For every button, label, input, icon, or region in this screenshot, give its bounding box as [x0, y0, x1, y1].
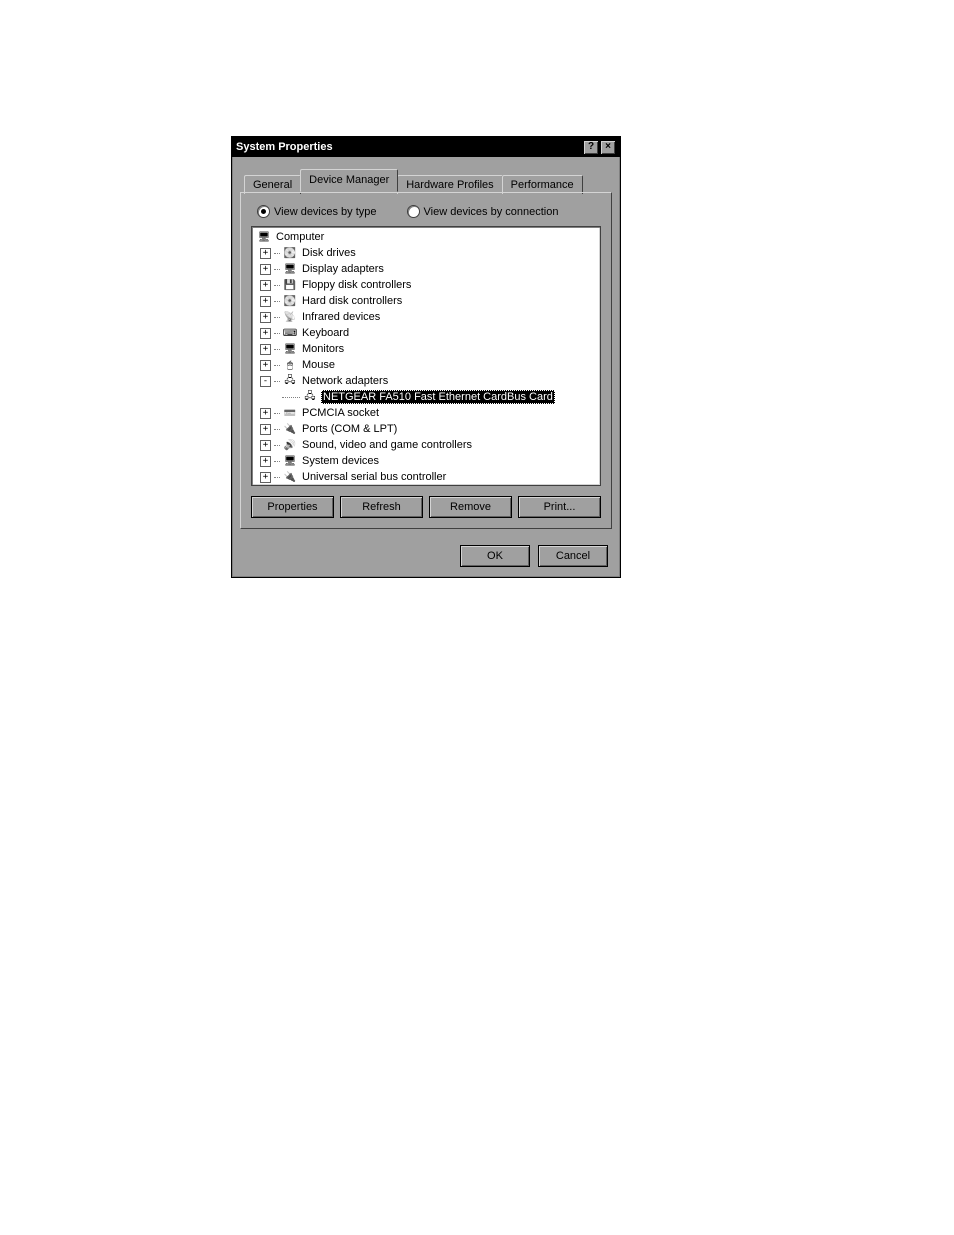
help-button[interactable]: ? — [583, 140, 599, 155]
expand-icon[interactable]: + — [260, 328, 271, 339]
dialog-button-row: OK Cancel — [240, 545, 612, 567]
tree-item-network-adapters[interactable]: - Network adapters — [254, 373, 598, 389]
expand-icon[interactable]: + — [260, 296, 271, 307]
view-mode-group: View devices by type View devices by con… — [257, 205, 595, 218]
tree-item-infrared[interactable]: + Infrared devices — [254, 309, 598, 325]
tree-label: Ports (COM & LPT) — [301, 423, 398, 435]
tree-item-netgear-fa510[interactable]: NETGEAR FA510 Fast Ethernet CardBus Card — [254, 389, 598, 405]
close-button[interactable]: × — [600, 140, 616, 155]
titlebar[interactable]: System Properties ? × — [232, 137, 620, 157]
tree-item-usb[interactable]: + Universal serial bus controller — [254, 469, 598, 485]
sound-icon — [282, 438, 298, 452]
tree-item-monitors[interactable]: + Monitors — [254, 341, 598, 357]
radio-view-by-type[interactable]: View devices by type — [257, 205, 377, 218]
tree-item-display-adapters[interactable]: + Display adapters — [254, 261, 598, 277]
radio-icon — [257, 205, 270, 218]
expand-icon[interactable]: + — [260, 440, 271, 451]
expand-icon[interactable]: + — [260, 456, 271, 467]
button-label: Remove — [450, 501, 491, 513]
expand-icon[interactable]: + — [260, 344, 271, 355]
tree-label: Sound, video and game controllers — [301, 439, 473, 451]
radio-label: View devices by connection — [424, 206, 559, 218]
tree-label: Monitors — [301, 343, 345, 355]
monitor-icon — [282, 342, 298, 356]
tab-strip: General Device Manager Hardware Profiles… — [244, 169, 612, 192]
button-label: Properties — [267, 501, 317, 513]
tree-item-system-devices[interactable]: + System devices — [254, 453, 598, 469]
radio-icon — [407, 205, 420, 218]
tree-item-pcmcia[interactable]: + PCMCIA socket — [254, 405, 598, 421]
expand-icon[interactable]: + — [260, 280, 271, 291]
tree-item-hdd-controllers[interactable]: + Hard disk controllers — [254, 293, 598, 309]
button-label: Cancel — [556, 550, 590, 562]
tree-label: Hard disk controllers — [301, 295, 403, 307]
radio-view-by-connection[interactable]: View devices by connection — [407, 205, 559, 218]
tree-item-floppy-controllers[interactable]: + Floppy disk controllers — [254, 277, 598, 293]
cancel-button[interactable]: Cancel — [538, 545, 608, 567]
tree-item-ports[interactable]: + Ports (COM & LPT) — [254, 421, 598, 437]
expand-icon[interactable]: + — [260, 472, 271, 483]
collapse-icon[interactable]: - — [260, 376, 271, 387]
tree-label: Floppy disk controllers — [301, 279, 412, 291]
device-tree[interactable]: Computer + Disk drives + Display adapter… — [251, 226, 601, 486]
system-properties-dialog: System Properties ? × General Device Man… — [231, 136, 621, 578]
pcmcia-icon — [282, 406, 298, 420]
button-label: OK — [487, 550, 503, 562]
expand-icon[interactable]: + — [260, 248, 271, 259]
button-label: Print... — [544, 501, 576, 513]
tree-label: PCMCIA socket — [301, 407, 380, 419]
tree-label: Universal serial bus controller — [301, 471, 447, 483]
print-button[interactable]: Print... — [518, 496, 601, 518]
hdd-icon — [282, 294, 298, 308]
tree-label-selected: NETGEAR FA510 Fast Ethernet CardBus Card — [321, 390, 555, 404]
remove-button[interactable]: Remove — [429, 496, 512, 518]
window-title: System Properties — [236, 141, 582, 153]
tree-label: Computer — [275, 231, 325, 243]
mouse-icon — [282, 358, 298, 372]
tree-item-keyboard[interactable]: + Keyboard — [254, 325, 598, 341]
expand-icon[interactable]: + — [260, 360, 271, 371]
tab-device-manager[interactable]: Device Manager — [300, 169, 398, 192]
expand-icon[interactable]: + — [260, 312, 271, 323]
infrared-icon — [282, 310, 298, 324]
display-icon — [282, 262, 298, 276]
ports-icon — [282, 422, 298, 436]
panel-button-row: Properties Refresh Remove Print... — [251, 496, 601, 518]
computer-icon — [256, 230, 272, 244]
refresh-button[interactable]: Refresh — [340, 496, 423, 518]
disk-icon — [282, 246, 298, 260]
keyboard-icon — [282, 326, 298, 340]
tree-item-mouse[interactable]: + Mouse — [254, 357, 598, 373]
system-icon — [282, 454, 298, 468]
floppy-icon — [282, 278, 298, 292]
tree-label: Network adapters — [301, 375, 389, 387]
tree-label: Disk drives — [301, 247, 357, 259]
tree-label: Mouse — [301, 359, 336, 371]
tree-label: Display adapters — [301, 263, 385, 275]
usb-icon — [282, 470, 298, 484]
expand-icon[interactable]: + — [260, 264, 271, 275]
network-icon — [282, 374, 298, 388]
expand-icon[interactable]: + — [260, 408, 271, 419]
radio-label: View devices by type — [274, 206, 377, 218]
tree-label: Infrared devices — [301, 311, 381, 323]
tab-panel-device-manager: View devices by type View devices by con… — [240, 192, 612, 529]
expand-icon[interactable]: + — [260, 424, 271, 435]
tree-root[interactable]: Computer — [254, 229, 598, 245]
tree-item-disk-drives[interactable]: + Disk drives — [254, 245, 598, 261]
tree-item-sound[interactable]: + Sound, video and game controllers — [254, 437, 598, 453]
tree-label: System devices — [301, 455, 380, 467]
properties-button[interactable]: Properties — [251, 496, 334, 518]
netcard-icon — [302, 390, 318, 404]
ok-button[interactable]: OK — [460, 545, 530, 567]
button-label: Refresh — [362, 501, 401, 513]
tree-label: Keyboard — [301, 327, 350, 339]
